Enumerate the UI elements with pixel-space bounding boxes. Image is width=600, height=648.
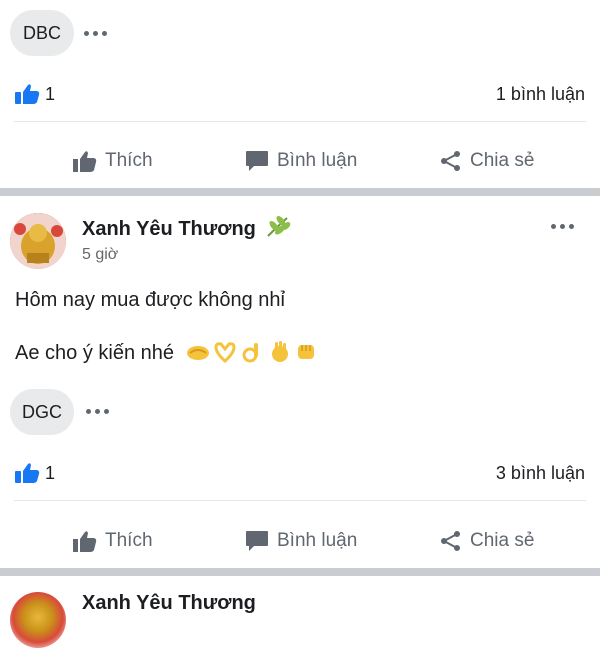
reaction-summary: 1 1 bình luận [0, 80, 600, 110]
like-reaction-icon [14, 83, 40, 110]
divider [14, 121, 586, 122]
author-avatar[interactable] [10, 213, 66, 269]
like-button[interactable]: Thích [73, 139, 153, 183]
comment-label: Bình luận [277, 150, 358, 171]
share-button[interactable]: Chia sẻ [440, 519, 534, 563]
share-label: Chia sẻ [470, 530, 535, 551]
reaction-count[interactable]: 1 [45, 463, 55, 484]
waving-hand-emoji-icon [271, 341, 288, 362]
comment-label: Bình luận [277, 530, 358, 551]
author-avatar[interactable] [10, 592, 66, 648]
like-button[interactable]: Thích [73, 519, 153, 563]
post-text-line-2: Ae cho ý kiến nhé [15, 341, 321, 365]
raised-fist-emoji-icon [297, 345, 314, 359]
like-reaction-icon [14, 462, 40, 489]
thumbs-up-icon [73, 531, 97, 552]
author-name[interactable]: Xanh Yêu Thương [82, 215, 291, 241]
comment-button[interactable]: Bình luận [245, 519, 357, 563]
leaf-icon [267, 216, 291, 237]
reaction-summary: 1 3 bình luận [0, 459, 600, 489]
post-time[interactable]: 5 giờ [82, 246, 118, 264]
share-icon [441, 531, 460, 551]
comment-button[interactable]: Bình luận [245, 139, 357, 183]
post-separator [0, 568, 600, 576]
ok-hand-emoji-icon [242, 343, 258, 363]
post-tag-label: DBC [22, 22, 61, 43]
post-separator [0, 188, 600, 196]
more-options-icon[interactable] [551, 224, 574, 229]
comment-bubble-icon [246, 151, 268, 171]
comment-count-link[interactable]: 1 bình luận [496, 84, 585, 105]
post-actions-bar: Thích Bình luận Chia sẻ [0, 139, 600, 183]
more-options-icon[interactable] [86, 409, 109, 414]
reaction-count[interactable]: 1 [45, 84, 55, 105]
post-tag-chip[interactable]: DBC [10, 10, 74, 56]
post-text-line-2-text: Ae cho ý kiến nhé [15, 342, 174, 364]
heart-hands-emoji-icon [214, 342, 236, 363]
post-tag-label: DGC [22, 401, 62, 422]
post-tag-chip[interactable]: DGC [10, 389, 74, 435]
handshake-emoji-icon [186, 346, 209, 360]
more-options-icon[interactable] [84, 31, 107, 36]
like-label: Thích [105, 150, 153, 171]
post-text-line-1: Hôm nay mua được không nhỉ [15, 289, 285, 311]
author-name[interactable]: Xanh Yêu Thương [82, 592, 256, 615]
share-button[interactable]: Chia sẻ [440, 139, 534, 183]
like-label: Thích [105, 530, 153, 551]
comment-bubble-icon [246, 531, 268, 551]
share-label: Chia sẻ [470, 150, 535, 171]
share-icon [441, 151, 460, 171]
comment-count-link[interactable]: 3 bình luận [496, 463, 585, 484]
thumbs-up-icon [73, 151, 97, 172]
post-actions-bar: Thích Bình luận Chia sẻ [0, 519, 600, 563]
author-name-text: Xanh Yêu Thương [82, 218, 256, 240]
divider [14, 500, 586, 501]
